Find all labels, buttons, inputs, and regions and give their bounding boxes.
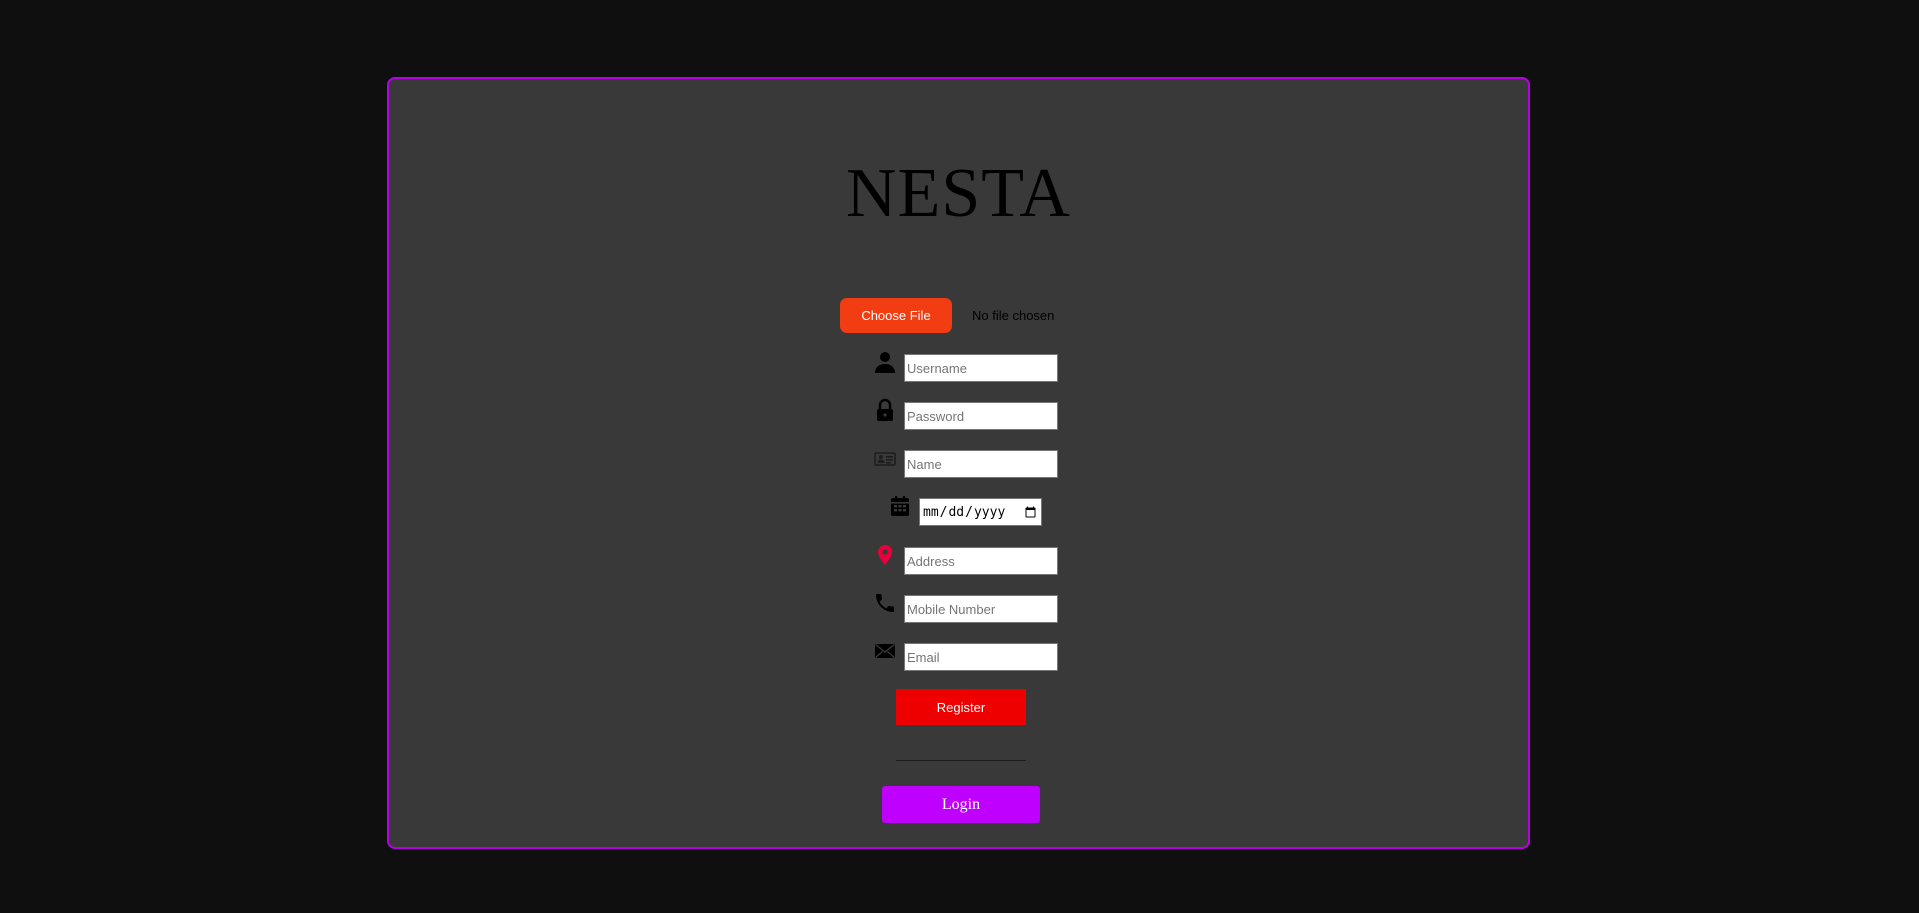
calendar-icon <box>888 494 912 518</box>
file-status-text: No file chosen <box>972 308 1055 323</box>
date-of-birth-row <box>888 496 1042 526</box>
phone-icon <box>873 591 897 615</box>
name-row <box>873 450 1058 478</box>
address-row <box>873 545 1058 575</box>
name-input[interactable] <box>904 450 1058 478</box>
login-button[interactable]: Login <box>882 786 1040 823</box>
address-input[interactable] <box>904 547 1058 575</box>
map-pin-icon <box>873 543 897 567</box>
mobile-row <box>873 594 1058 623</box>
email-row <box>873 643 1058 671</box>
password-input[interactable] <box>904 402 1058 430</box>
register-button[interactable]: Register <box>896 689 1026 725</box>
app-title: NESTA <box>846 155 1071 232</box>
username-input[interactable] <box>904 354 1058 382</box>
file-upload: Choose File No file chosen <box>840 298 1080 334</box>
envelope-icon <box>873 639 897 663</box>
email-input[interactable] <box>904 643 1058 671</box>
divider <box>896 760 1026 761</box>
date-of-birth-input[interactable] <box>919 498 1042 526</box>
username-row <box>873 352 1058 382</box>
id-card-icon <box>873 446 897 470</box>
choose-file-button[interactable]: Choose File <box>840 298 952 333</box>
password-row <box>873 398 1058 430</box>
mobile-number-input[interactable] <box>904 595 1058 623</box>
lock-icon <box>873 398 897 422</box>
register-card: NESTA Choose File No file chosen Usernam… <box>387 77 1530 849</box>
user-icon <box>873 350 897 374</box>
